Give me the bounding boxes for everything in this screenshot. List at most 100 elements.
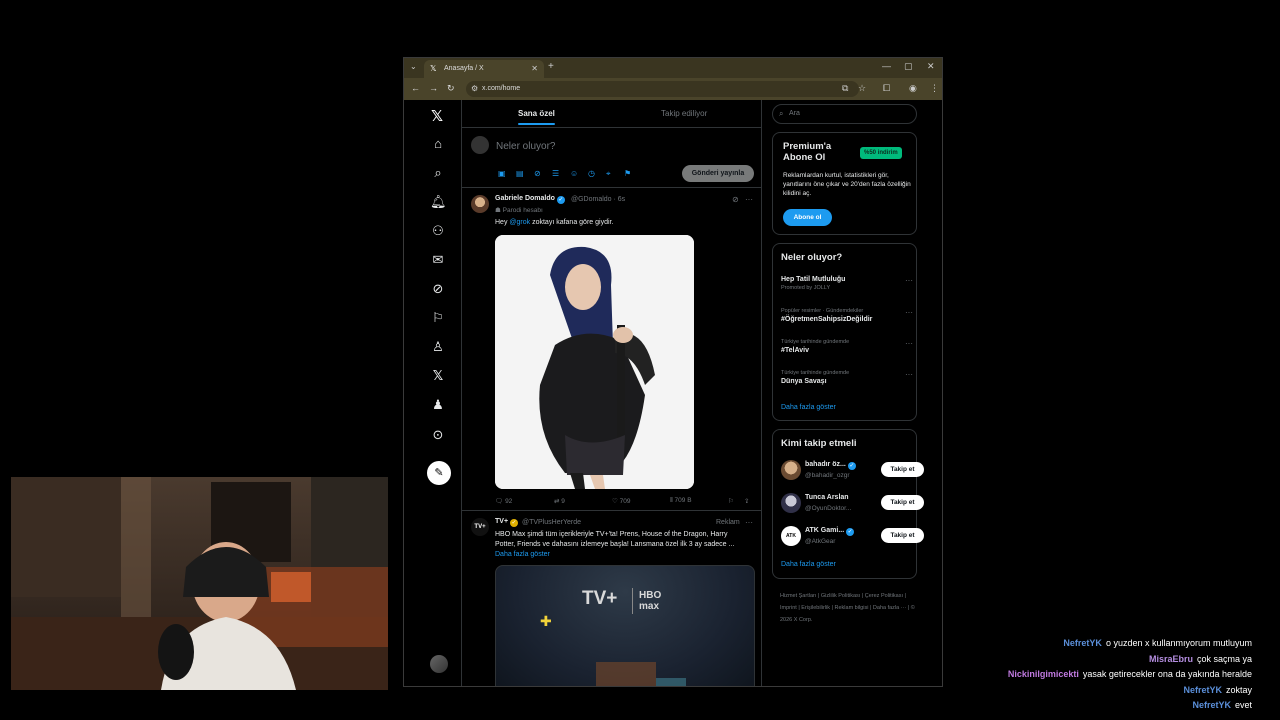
forward-icon[interactable]: → xyxy=(429,83,438,93)
post-feather-icon[interactable]: ✎ xyxy=(427,461,451,485)
tweet-author[interactable]: TV+ ✓ xyxy=(495,518,519,527)
more-options-icon[interactable]: ··· xyxy=(745,195,753,204)
minimize-button[interactable]: — xyxy=(882,61,891,71)
webcam-image xyxy=(11,477,388,690)
image-icon[interactable]: ▣ xyxy=(498,169,506,178)
trends-show-more-link[interactable]: Daha fazla göster xyxy=(781,404,836,411)
reload-icon[interactable]: ↻ xyxy=(447,83,455,94)
account-avatar[interactable] xyxy=(430,655,448,673)
ad-media[interactable]: TV+ HBO max ✚ xyxy=(495,565,755,686)
tab-close-icon[interactable]: ✕ xyxy=(531,64,538,73)
x-logo-icon[interactable]: 𝕏 xyxy=(431,107,443,125)
views-button[interactable]: ⫴ 709 B xyxy=(670,497,692,505)
search-input[interactable]: ⌕ Ara xyxy=(772,104,917,124)
search-icon[interactable]: ⌕ xyxy=(430,165,446,181)
footer-links[interactable]: Hizmet Şartları | Gizlilik Politikası | … xyxy=(780,590,915,626)
tab-search-icon[interactable]: ⌄ xyxy=(410,62,417,71)
post-button[interactable]: Gönderi yayınla xyxy=(682,165,754,182)
trend-more-icon[interactable]: ··· xyxy=(905,276,913,285)
share-icon[interactable]: ⇪ xyxy=(744,497,749,505)
address-bar[interactable]: ⚙ x.com/home xyxy=(466,81,859,97)
trend-item[interactable]: Türkiye tarihinde gündemde #TelAviv ··· xyxy=(781,339,913,354)
emoji-icon[interactable]: ☺ xyxy=(570,169,578,178)
home-icon[interactable]: ⌂ xyxy=(430,136,446,152)
flag-icon[interactable]: ⚑ xyxy=(624,169,631,178)
tweet-image[interactable] xyxy=(495,235,694,489)
url-text: x.com/home xyxy=(482,85,521,92)
location-icon[interactable]: ⌖ xyxy=(606,169,611,179)
avatar[interactable]: TV+ xyxy=(471,518,489,536)
chat-message: MisraEbru çok saçma ya xyxy=(952,654,1252,670)
tweet-text: HBO Max şimdi tüm içerikleriyle TV+'ta! … xyxy=(495,531,735,548)
follow-button[interactable]: Takip et xyxy=(881,495,924,510)
subscribe-button[interactable]: Abone ol xyxy=(783,209,832,226)
composer-input[interactable]: Neler oluyor? xyxy=(496,141,555,152)
menu-icon[interactable]: ⋮ xyxy=(930,83,939,94)
new-tab-button[interactable]: + xyxy=(548,61,554,72)
notifications-icon[interactable]: 🔔︎ xyxy=(430,194,447,210)
extensions-icon[interactable]: ⧠ xyxy=(883,83,890,94)
repost-button[interactable]: ⇄ 9 xyxy=(554,497,565,505)
show-more-link[interactable]: Daha fazla göster xyxy=(495,550,550,560)
premium-x-icon[interactable]: 𝕏 xyxy=(430,368,446,384)
tweet-author[interactable]: Gabriele Domaldo ✓ xyxy=(495,195,565,204)
trend-more-icon[interactable]: ··· xyxy=(905,339,913,348)
tab-for-you[interactable]: Sana özel xyxy=(518,109,555,125)
tweet[interactable]: Gabriele Domaldo ✓ @GDomaldo · 6s ☗ Parod… xyxy=(462,188,762,511)
follow-button[interactable]: Takip et xyxy=(881,462,924,477)
repost-count: 9 xyxy=(561,498,565,505)
reply-button[interactable]: 🗨︎ 92 xyxy=(495,497,512,505)
install-icon[interactable]: ⧉ xyxy=(842,83,848,94)
browser-window: ⌄ 𝕏 Anasayfa / X ✕ + — ▢ ✕ ← → ↻ ⚙ x.com… xyxy=(403,57,943,687)
tweet-ad[interactable]: TV+ TV+ ✓ @TVPlusHerYerde Reklam ··· HBO … xyxy=(462,511,762,686)
trend-more-icon[interactable]: ··· xyxy=(905,308,913,317)
who-to-follow-card: Kimi takip etmeli bahadır öz... ✓ @bahadi… xyxy=(772,429,924,579)
jobs-icon[interactable]: ♙ xyxy=(430,339,446,355)
chat-text: yasak getirecekler ona da yakında herald… xyxy=(1082,669,1252,680)
grok-tweet-icon[interactable]: ⊘ xyxy=(732,195,739,204)
follow-suggestion[interactable]: bahadır öz... ✓ @bahadir_ozgr Takip et xyxy=(781,458,924,482)
avatar[interactable] xyxy=(471,195,489,213)
trend-name: #TelAviv xyxy=(781,347,810,354)
atk-logo-avatar[interactable]: ATK xyxy=(781,526,801,546)
messages-icon[interactable]: ✉ xyxy=(430,252,446,268)
schedule-icon[interactable]: ◷ xyxy=(588,169,595,178)
trend-item[interactable]: Hep Tatil Mutluluğu Promoted by JOLLY ··… xyxy=(781,276,913,291)
trend-more-icon[interactable]: ··· xyxy=(905,370,913,379)
back-icon[interactable]: ← xyxy=(411,83,420,93)
close-window-button[interactable]: ✕ xyxy=(927,61,935,72)
profile-icon[interactable]: ◉ xyxy=(909,83,917,94)
suggestion-name-text: bahadır öz... xyxy=(805,461,846,468)
tab-following[interactable]: Takip ediliyor xyxy=(661,109,707,118)
composer: Neler oluyor? ▣ ▤ ⊘ ☰ ☺ ◷ ⌖ ⚑ Gönderi ya… xyxy=(462,128,762,188)
site-info-icon[interactable]: ⚙ xyxy=(471,84,478,93)
more-options-icon[interactable]: ··· xyxy=(745,518,753,527)
avatar[interactable] xyxy=(781,460,801,480)
mention-link[interactable]: @grok xyxy=(509,219,530,226)
trend-item[interactable]: Popüler resimler · Gündemdekiler #Öğretm… xyxy=(781,308,913,323)
follow-suggestion[interactable]: ATK ATK Gami... ✓ @AtkGear Takip et xyxy=(781,524,924,548)
tab-home[interactable]: 𝕏 Anasayfa / X ✕ xyxy=(424,60,544,78)
more-icon[interactable]: ⊙ xyxy=(430,427,446,443)
bookmark-icon[interactable]: ⚐ xyxy=(728,497,734,505)
follow-show-more-link[interactable]: Daha fazla göster xyxy=(781,561,836,568)
trend-item[interactable]: Türkiye tarihinde gündemde Dünya Savaşı … xyxy=(781,370,913,385)
bookmarks-icon[interactable]: ⚐ xyxy=(430,310,446,326)
grok-compose-icon[interactable]: ⊘ xyxy=(534,169,541,178)
grok-icon[interactable]: ⊘ xyxy=(430,281,446,297)
maximize-button[interactable]: ▢ xyxy=(904,61,913,72)
follow-icon[interactable]: ⚇ xyxy=(430,223,446,239)
profile-nav-icon[interactable]: ♟ xyxy=(430,397,446,413)
parody-badge: ☗ Parodi hesabı xyxy=(495,207,543,214)
like-button[interactable]: ♡ 709 xyxy=(612,497,631,505)
poster-thumb xyxy=(656,678,686,686)
chat-text: zoktay xyxy=(1225,684,1252,695)
avatar[interactable] xyxy=(781,493,801,513)
tweet-handle[interactable]: @TVPlusHerYerde xyxy=(522,519,581,526)
bookmark-star-icon[interactable]: ☆ xyxy=(858,83,866,94)
tweet-handle[interactable]: @GDomaldo · 6s xyxy=(571,196,625,203)
follow-button[interactable]: Takip et xyxy=(881,528,924,543)
poll-icon[interactable]: ☰ xyxy=(552,169,559,178)
follow-suggestion[interactable]: Tunca Arslan @OyunDoktor... Takip et xyxy=(781,491,924,515)
gif-icon[interactable]: ▤ xyxy=(516,169,524,178)
